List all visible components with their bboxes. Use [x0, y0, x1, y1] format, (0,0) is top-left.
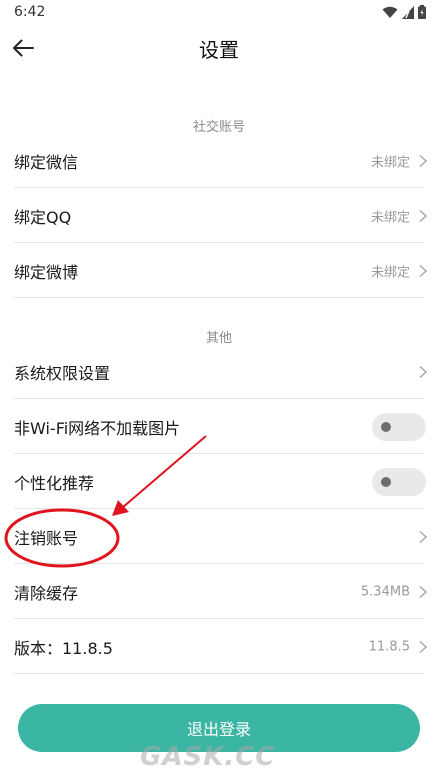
row-label: 系统权限设置 [14, 363, 111, 383]
row-label: 清除缓存 [14, 583, 79, 603]
row-no-images-on-cellular: 非Wi-Fi网络不加载图片 [0, 399, 438, 454]
no-images-toggle[interactable] [372, 412, 426, 441]
row-version[interactable]: 版本：11.8.5 11.8.5 [0, 619, 438, 674]
toggle-knob [381, 421, 391, 432]
row-value: 5.34MB [360, 584, 410, 599]
row-label: 版本：11.8.5 [14, 638, 113, 658]
row-system-permissions[interactable]: 系统权限设置 [0, 344, 438, 399]
battery-icon [418, 5, 426, 19]
row-value: 11.8.5 [368, 639, 410, 654]
row-bind-qq[interactable]: 绑定QQ 未绑定 [0, 188, 438, 243]
row-personalized-recommendations: 个性化推荐 [0, 454, 438, 509]
row-bind-weibo[interactable]: 绑定微博 未绑定 [0, 243, 438, 298]
chevron-right-icon [419, 264, 428, 277]
chevron-right-icon [419, 530, 428, 543]
chevron-right-icon [419, 585, 428, 598]
signal-icon [402, 5, 414, 19]
page-title: 设置 [199, 38, 239, 62]
row-label: 绑定微信 [14, 152, 79, 172]
row-bind-wechat[interactable]: 绑定微信 未绑定 [0, 133, 438, 188]
row-label: 非Wi-Fi网络不加载图片 [14, 418, 181, 438]
status-icons [382, 5, 426, 19]
row-label: 注销账号 [14, 528, 79, 548]
row-value: 未绑定 [370, 210, 410, 225]
chevron-right-icon [419, 365, 428, 378]
wifi-icon [382, 6, 398, 18]
logout-button[interactable]: 退出登录 [18, 704, 420, 752]
row-label: 绑定微博 [14, 262, 79, 282]
row-label: 个性化推荐 [14, 473, 95, 493]
status-bar: 6:42 [0, 0, 438, 26]
status-time: 6:42 [14, 4, 46, 20]
chevron-right-icon [419, 640, 428, 653]
row-label: 绑定QQ [14, 207, 72, 227]
row-clear-cache[interactable]: 清除缓存 5.34MB [0, 564, 438, 619]
divider [14, 297, 424, 298]
toggle-knob [381, 476, 391, 487]
row-value: 未绑定 [370, 155, 410, 170]
row-delete-account[interactable]: 注销账号 [0, 509, 438, 564]
chevron-right-icon [419, 154, 428, 167]
chevron-right-icon [419, 209, 428, 222]
divider [14, 673, 424, 674]
personalized-recommendations-toggle[interactable] [372, 467, 426, 496]
row-value: 未绑定 [370, 265, 410, 280]
app-bar: 设置 [0, 26, 438, 70]
